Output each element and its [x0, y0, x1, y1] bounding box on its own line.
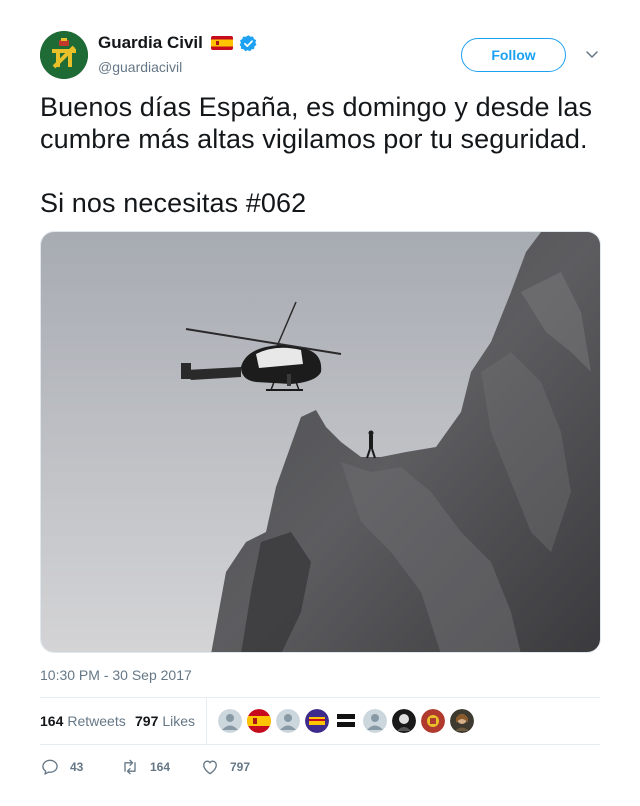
tweet-text-line: Si nos necesitas #062 — [40, 188, 307, 218]
tweet-header: Guardia Civil @guardiacivil Follow — [40, 31, 600, 81]
tweet-actions: 43 164 797 — [40, 757, 600, 777]
liker-avatar[interactable] — [218, 709, 242, 733]
liker-avatar[interactable] — [247, 709, 271, 733]
reply-icon — [42, 759, 58, 775]
verified-badge-icon — [239, 34, 258, 53]
retweet-icon — [124, 759, 136, 775]
spain-flag-icon — [210, 36, 233, 50]
reply-action[interactable]: 43 — [40, 757, 83, 777]
name-row: Guardia Civil — [98, 33, 258, 53]
tweet-photo[interactable] — [40, 231, 601, 653]
liker-avatar[interactable] — [305, 709, 329, 733]
liker-avatar[interactable] — [421, 709, 445, 733]
reply-count: 43 — [70, 760, 84, 774]
likes-count: 797 — [135, 713, 159, 729]
retweets-stat[interactable]: 164 Retweets — [40, 713, 126, 729]
liker-avatars — [218, 709, 479, 733]
retweets-count: 164 — [40, 713, 64, 729]
likes-label: Likes — [162, 713, 196, 729]
like-action[interactable]: 797 — [200, 757, 250, 777]
liker-avatar[interactable] — [334, 709, 358, 733]
guardia-civil-avatar[interactable] — [40, 31, 88, 79]
like-count: 797 — [230, 760, 251, 774]
liker-avatar[interactable] — [450, 709, 474, 733]
likes-stat[interactable]: 797 Likes — [135, 713, 195, 729]
tweet-text-line: Buenos días España, es domingo y desde l… — [40, 92, 593, 154]
retweet-count: 164 — [150, 760, 171, 774]
chevron-down-icon[interactable] — [584, 46, 600, 62]
tweet-timestamp[interactable]: 10:30 PM - 30 Sep 2017 — [40, 667, 192, 683]
follow-button[interactable]: Follow — [461, 38, 566, 72]
helicopter-rescue-photo — [41, 232, 600, 652]
tweet-text: Buenos días España, es domingo y desde l… — [40, 91, 615, 219]
user-handle[interactable]: @guardiacivil — [98, 59, 182, 75]
retweets-label: Retweets — [67, 713, 126, 729]
engagement-stats: 164 Retweets 797 Likes — [40, 697, 600, 745]
stats-divider — [206, 698, 207, 744]
heart-icon — [203, 760, 217, 775]
liker-avatar[interactable] — [276, 709, 300, 733]
liker-avatar[interactable] — [363, 709, 387, 733]
retweet-action[interactable]: 164 — [120, 757, 170, 777]
display-name[interactable]: Guardia Civil — [98, 33, 203, 53]
liker-avatar[interactable] — [392, 709, 416, 733]
